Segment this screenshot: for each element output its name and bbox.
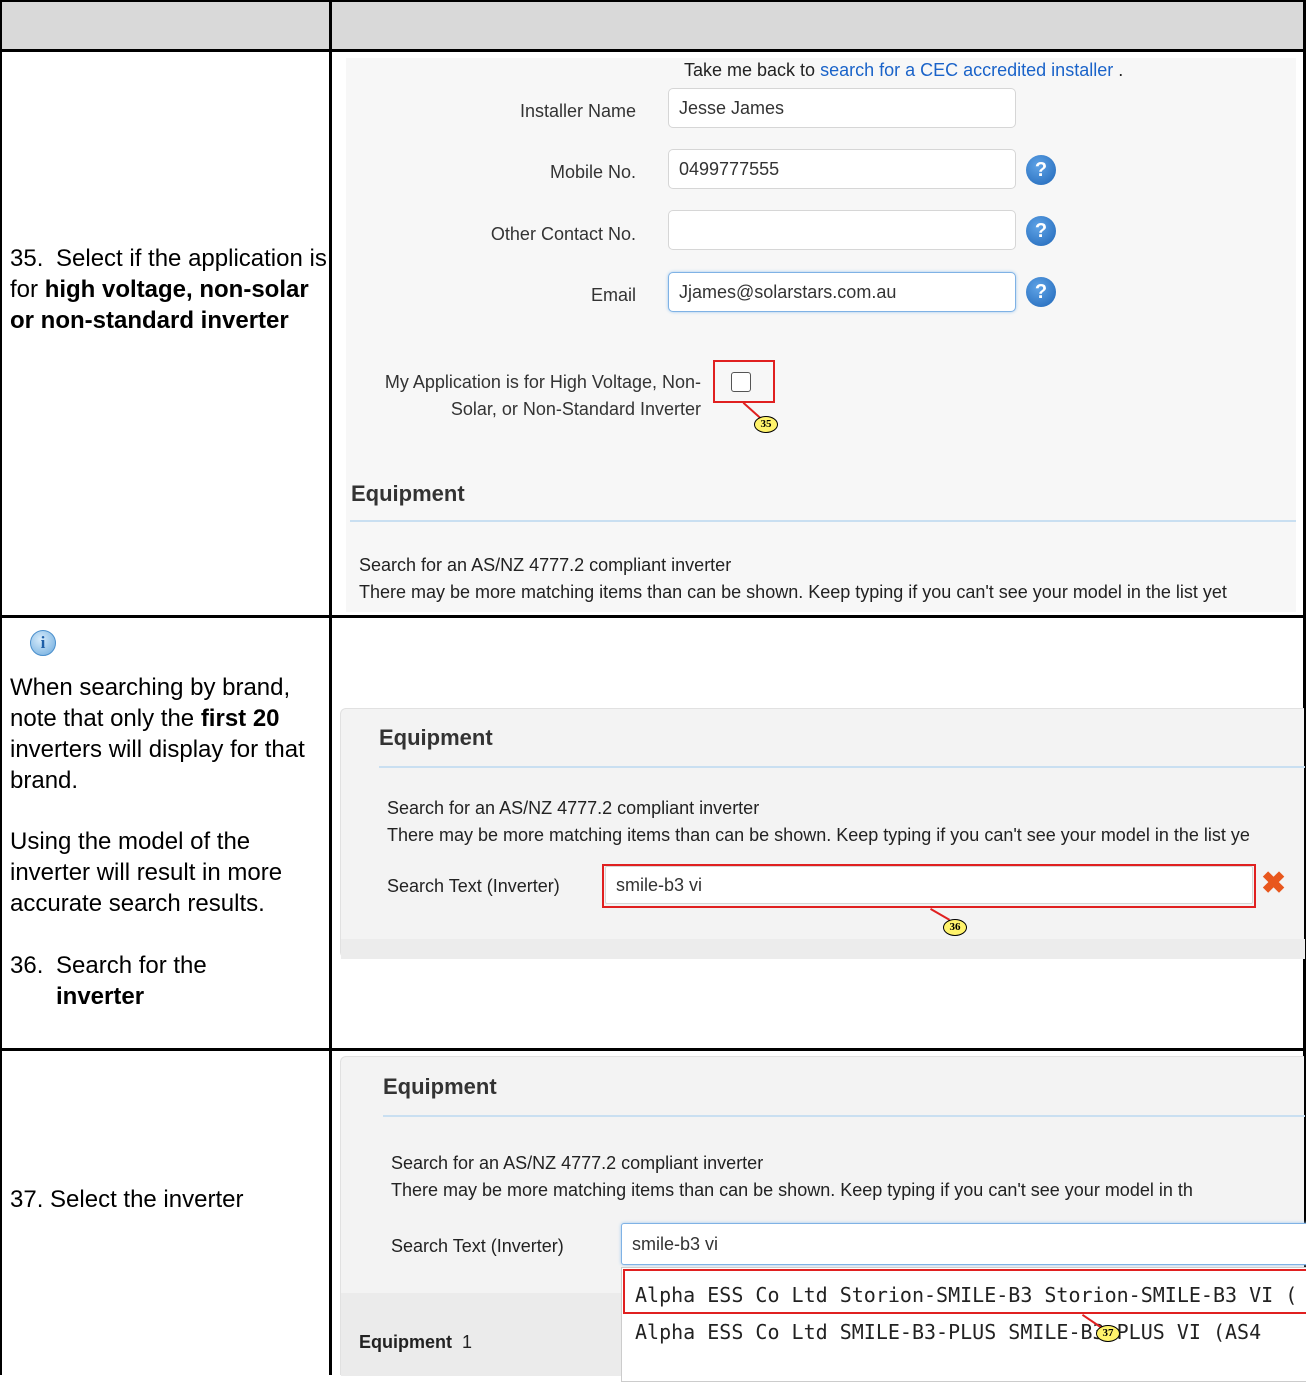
step-37-instruction: 37. Select the inverter xyxy=(10,1186,244,1213)
inverter-search-screenshot: Equipment Search for an AS/NZ 4777.2 com… xyxy=(340,708,1305,959)
callout-badge-35: 35 xyxy=(754,416,778,433)
dropdown-option[interactable]: Alpha ESS Co Ltd SMILE-B3-PLUS SMILE-B3-… xyxy=(635,1320,1261,1344)
search-hint-line2: There may be more matching items than ca… xyxy=(387,825,1250,845)
step-36-instruction: 36. Search for the inverter xyxy=(10,952,207,1010)
question-icon[interactable]: ? xyxy=(1026,216,1056,246)
equipment-tab-label: Equipment 1 xyxy=(359,1332,473,1352)
close-icon[interactable]: ✖ xyxy=(1261,869,1286,899)
step-number: 35. xyxy=(10,245,44,272)
highlight-box-35 xyxy=(713,360,775,403)
hv-checkbox-label: My Application is for High Voltage, Non-… xyxy=(384,372,701,419)
search-text-input[interactable]: smile-b3 vi xyxy=(621,1223,1306,1265)
other-contact-field[interactable] xyxy=(668,210,1016,250)
header-cell-right xyxy=(332,2,1306,50)
email-label: Email xyxy=(590,285,636,305)
other-contact-label: Other Contact No. xyxy=(490,224,636,244)
search-hint-line2: There may be more matching items than ca… xyxy=(359,582,1227,602)
callout-badge-37: 37 xyxy=(1096,1325,1120,1342)
question-icon[interactable]: ? xyxy=(1026,155,1056,185)
search-hint-line1: Search for an AS/NZ 4777.2 compliant inv… xyxy=(359,555,732,575)
installer-name-field[interactable]: Jesse James xyxy=(668,88,1016,128)
inverter-search-note: When searching by brand, note that only … xyxy=(10,674,305,794)
model-search-note: Using the model of the inverter will res… xyxy=(10,828,283,917)
search-text-label: Search Text (Inverter) xyxy=(387,876,560,896)
equipment-heading: Equipment xyxy=(351,481,465,506)
installer-name-label: Installer Name xyxy=(519,101,636,121)
mobile-field[interactable]: 0499777555 xyxy=(668,149,1016,189)
instruction-table: 35. Select if the application is for high… xyxy=(0,0,1306,1382)
mobile-label: Mobile No. xyxy=(549,162,636,182)
search-hint-line2: There may be more matching items than ca… xyxy=(391,1180,1193,1200)
search-hint-line1: Search for an AS/NZ 4777.2 compliant inv… xyxy=(391,1153,764,1173)
highlight-box-36 xyxy=(602,864,1256,908)
email-field[interactable]: Jjames@solarstars.com.au xyxy=(668,272,1016,312)
take-me-back-text: Take me back to search for a CEC accredi… xyxy=(684,60,1124,80)
info-icon: i xyxy=(30,630,56,656)
cec-installer-link[interactable]: search for a CEC accredited installer xyxy=(820,60,1113,80)
question-icon[interactable]: ? xyxy=(1026,277,1056,307)
search-hint-line1: Search for an AS/NZ 4777.2 compliant inv… xyxy=(387,798,760,818)
installer-form-screenshot: Take me back to search for a CEC accredi… xyxy=(346,58,1296,612)
step-35-instruction: 35. Select if the application is for high… xyxy=(10,245,327,334)
equipment-heading: Equipment xyxy=(383,1074,497,1099)
inverter-select-screenshot: Equipment Search for an AS/NZ 4777.2 com… xyxy=(340,1056,1306,1382)
search-text-label: Search Text (Inverter) xyxy=(391,1236,564,1256)
callout-badge-36: 36 xyxy=(943,919,967,936)
header-cell-left xyxy=(2,2,330,50)
equipment-heading: Equipment xyxy=(379,725,493,750)
highlight-box-37 xyxy=(623,1269,1306,1314)
